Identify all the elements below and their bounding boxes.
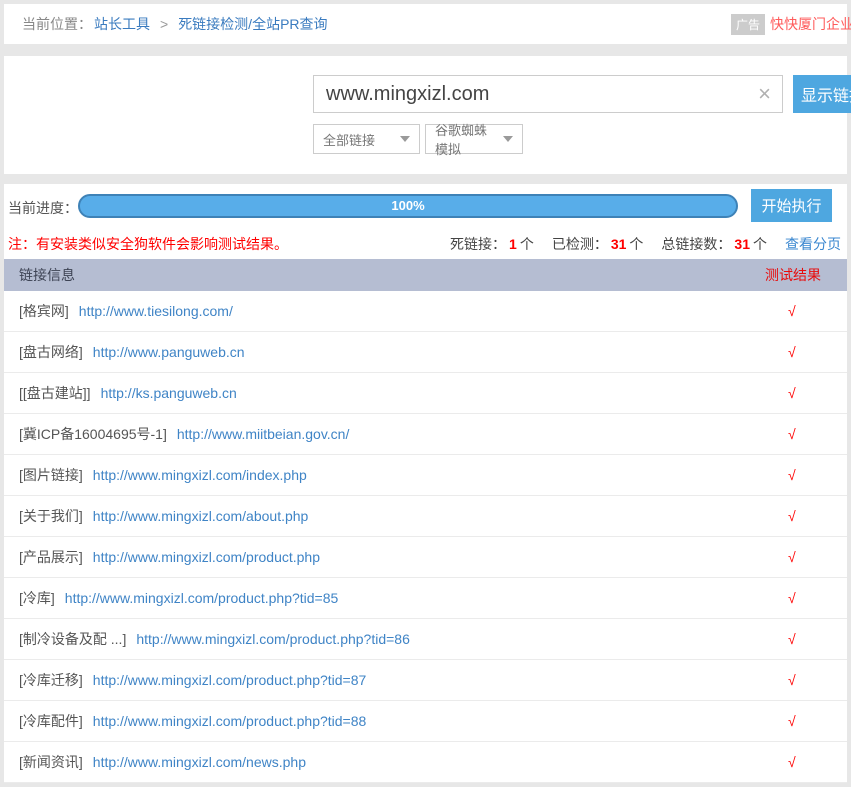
clear-icon[interactable]: × xyxy=(758,82,771,106)
checked-unit: 个 xyxy=(629,234,643,254)
dead-link-unit: 个 xyxy=(520,234,534,254)
link-type-select-value: 全部链接 xyxy=(323,130,375,149)
progress-bar: 100% xyxy=(78,194,738,218)
table-row: [新闻资讯] http://www.mingxizl.com/news.php … xyxy=(4,742,847,783)
table-row: [冷库] http://www.mingxizl.com/product.php… xyxy=(4,578,847,619)
row-result-mark: √ xyxy=(788,467,796,483)
table-row: [冷库配件] http://www.mingxizl.com/product.p… xyxy=(4,701,847,742)
page: 当前位置： 站长工具 > 死链接检测/全站PR查询 广告 快快厦门企业 × 显示… xyxy=(0,0,851,787)
url-input[interactable] xyxy=(313,75,783,113)
ad-badge: 广告 xyxy=(731,14,765,35)
dead-link-label: 死链接： xyxy=(450,234,506,254)
row-result-mark: √ xyxy=(788,590,796,606)
total-links-unit: 个 xyxy=(753,234,767,254)
progress-label: 当前进度： xyxy=(8,198,78,218)
row-anchor-text: [产品展示] xyxy=(19,547,83,567)
table-row: [冷库迁移] http://www.mingxizl.com/product.p… xyxy=(4,660,847,701)
row-result-mark: √ xyxy=(788,303,796,319)
chevron-down-icon xyxy=(400,136,410,142)
progress-row: 当前进度： 100% 开始执行 xyxy=(4,184,847,228)
url-input-wrap: × xyxy=(313,75,783,113)
column-link-info: 链接信息 xyxy=(19,265,75,285)
breadcrumb-link-deadlink-check[interactable]: 死链接检测/全站PR查询 xyxy=(178,14,327,34)
table-row: [图片链接] http://www.mingxizl.com/index.php… xyxy=(4,455,847,496)
row-url-link[interactable]: http://www.mingxizl.com/about.php xyxy=(93,508,309,524)
row-result-mark: √ xyxy=(788,631,796,647)
breadcrumb-link-webmaster-tools[interactable]: 站长工具 xyxy=(94,14,150,34)
column-test-result: 测试结果 xyxy=(765,265,821,285)
row-result-mark: √ xyxy=(788,713,796,729)
row-url-link[interactable]: http://www.mingxizl.com/product.php?tid=… xyxy=(136,631,410,647)
breadcrumb-separator: > xyxy=(160,16,168,32)
checked-label: 已检测： xyxy=(552,234,608,254)
show-links-button[interactable]: 显示链接 xyxy=(793,75,851,113)
pagination-link[interactable]: 查看分页 xyxy=(785,234,841,254)
chevron-down-icon xyxy=(503,136,513,142)
link-type-select[interactable]: 全部链接 xyxy=(313,124,420,154)
dead-link-count: 1 xyxy=(509,236,517,252)
start-button[interactable]: 开始执行 xyxy=(751,189,832,222)
result-panel: 当前进度： 100% 开始执行 注：有安装类似安全狗软件会影响测试结果。 死链接… xyxy=(4,184,847,783)
table-row: [冀ICP备16004695号-1] http://www.miitbeian.… xyxy=(4,414,847,455)
spider-select[interactable]: 谷歌蜘蛛模拟 xyxy=(425,124,523,154)
row-url-link[interactable]: http://www.mingxizl.com/product.php?tid=… xyxy=(93,713,367,729)
row-result-mark: √ xyxy=(788,672,796,688)
row-anchor-text: [格宾网] xyxy=(19,301,69,321)
table-header: 链接信息 测试结果 xyxy=(4,259,847,291)
ad-link[interactable]: 快快厦门企业 xyxy=(770,14,851,34)
row-url-link[interactable]: http://www.mingxizl.com/product.php xyxy=(93,549,320,565)
row-anchor-text: [图片链接] xyxy=(19,465,83,485)
row-anchor-text: [冷库] xyxy=(19,588,55,608)
row-result-mark: √ xyxy=(788,426,796,442)
ad-area: 广告 快快厦门企业 xyxy=(731,4,851,44)
table-row: [制冷设备及配 ...] http://www.mingxizl.com/pro… xyxy=(4,619,847,660)
row-result-mark: √ xyxy=(788,549,796,565)
row-url-link[interactable]: http://www.tiesilong.com/ xyxy=(79,303,233,319)
table-row: [关于我们] http://www.mingxizl.com/about.php… xyxy=(4,496,847,537)
row-result-mark: √ xyxy=(788,508,796,524)
row-url-link[interactable]: http://ks.panguweb.cn xyxy=(101,385,237,401)
search-panel: × 显示链接 全部链接 谷歌蜘蛛模拟 xyxy=(4,56,847,174)
table-row: [盘古网络] http://www.panguweb.cn √ xyxy=(4,332,847,373)
note-text: 注：有安装类似安全狗软件会影响测试结果。 xyxy=(8,234,288,254)
row-url-link[interactable]: http://www.mingxizl.com/index.php xyxy=(93,467,307,483)
row-url-link[interactable]: http://www.mingxizl.com/news.php xyxy=(93,754,306,770)
table-row: [[盘古建站]] http://ks.panguweb.cn √ xyxy=(4,373,847,414)
spider-select-value: 谷歌蜘蛛模拟 xyxy=(435,120,497,158)
breadcrumb: 当前位置： 站长工具 > 死链接检测/全站PR查询 广告 快快厦门企业 xyxy=(4,4,847,44)
row-anchor-text: [关于我们] xyxy=(19,506,83,526)
total-links-count: 31 xyxy=(734,236,750,252)
row-url-link[interactable]: http://www.mingxizl.com/product.php?tid=… xyxy=(65,590,339,606)
total-links-label: 总链接数： xyxy=(661,234,731,254)
link-table-body: [格宾网] http://www.tiesilong.com/ √ [盘古网络]… xyxy=(4,291,847,783)
row-url-link[interactable]: http://www.panguweb.cn xyxy=(93,344,245,360)
row-result-mark: √ xyxy=(788,344,796,360)
row-anchor-text: [[盘古建站]] xyxy=(19,383,91,403)
row-url-link[interactable]: http://www.miitbeian.gov.cn/ xyxy=(177,426,349,442)
breadcrumb-label: 当前位置： xyxy=(22,14,92,34)
table-row: [格宾网] http://www.tiesilong.com/ √ xyxy=(4,291,847,332)
row-anchor-text: [新闻资讯] xyxy=(19,752,83,772)
checked-count: 31 xyxy=(611,236,627,252)
row-url-link[interactable]: http://www.mingxizl.com/product.php?tid=… xyxy=(93,672,367,688)
table-row: [产品展示] http://www.mingxizl.com/product.p… xyxy=(4,537,847,578)
progress-percent: 100% xyxy=(80,196,736,216)
row-anchor-text: [冷库迁移] xyxy=(19,670,83,690)
row-anchor-text: [冀ICP备16004695号-1] xyxy=(19,424,167,444)
row-result-mark: √ xyxy=(788,385,796,401)
row-result-mark: √ xyxy=(788,754,796,770)
status-row: 注：有安装类似安全狗软件会影响测试结果。 死链接： 1 个 已检测： 31 个 … xyxy=(4,228,847,259)
row-anchor-text: [制冷设备及配 ...] xyxy=(19,629,126,649)
row-anchor-text: [冷库配件] xyxy=(19,711,83,731)
stats: 死链接： 1 个 已检测： 31 个 总链接数： 31 个 查看分页 xyxy=(450,234,841,254)
row-anchor-text: [盘古网络] xyxy=(19,342,83,362)
